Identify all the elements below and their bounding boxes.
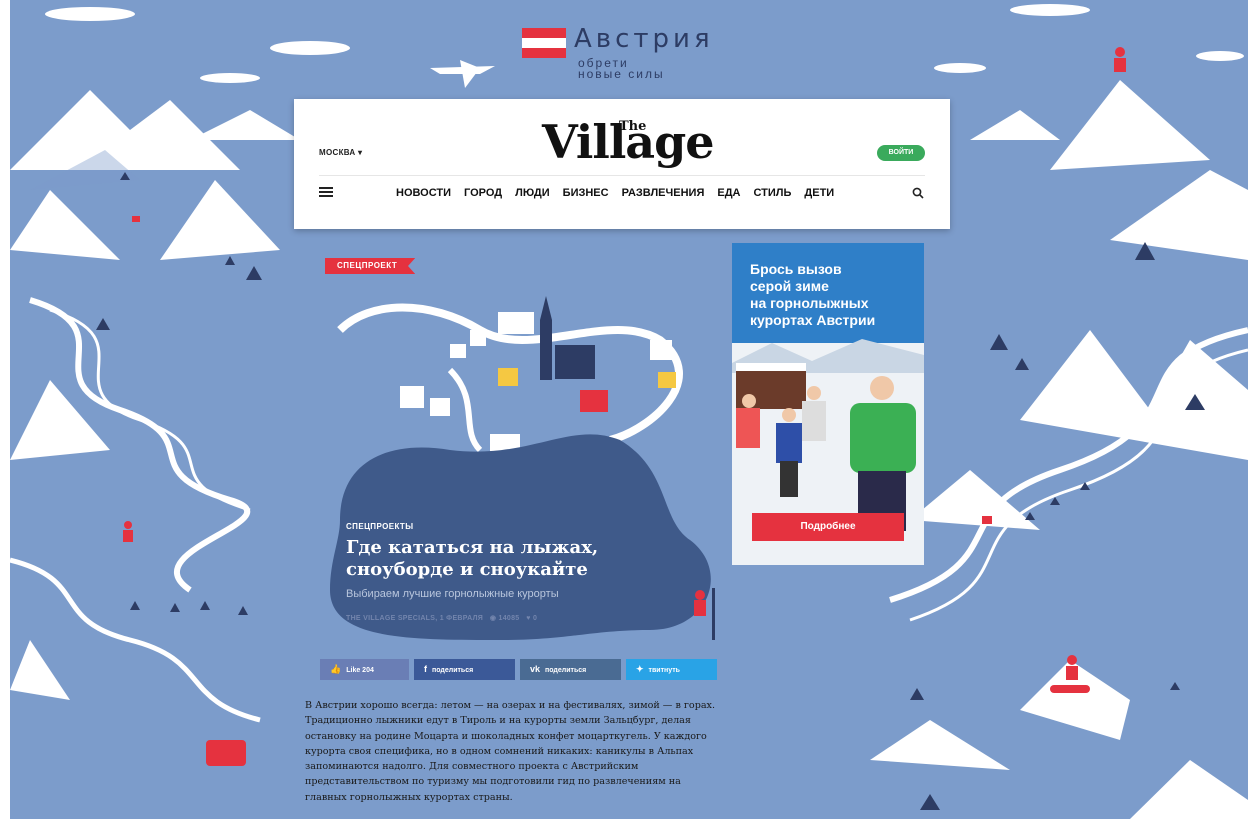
vk-share-button[interactable]: vk поделиться: [520, 659, 621, 680]
vk-share-label: поделиться: [545, 667, 587, 674]
ad-more-button[interactable]: Подробнее: [752, 513, 904, 541]
nav-item-news[interactable]: НОВОСТИ: [396, 187, 451, 199]
hamburger-icon[interactable]: [319, 187, 333, 197]
login-button[interactable]: ВОЙТИ: [877, 145, 925, 161]
comment-icon: ♥: [526, 615, 531, 622]
ad-text-line4: курортах Австрии: [750, 312, 876, 328]
ad-text-line3: на горнолыжных: [750, 295, 869, 311]
nav-item-city[interactable]: ГОРОД: [464, 187, 502, 199]
article-kicker[interactable]: СПЕЦПРОЕКТЫ: [346, 522, 413, 531]
vk-icon: vk: [530, 664, 541, 674]
facebook-share-button[interactable]: f поделиться: [414, 659, 515, 680]
like-label: Like 204: [346, 667, 374, 674]
promo-title: Австрия: [574, 24, 714, 54]
twitter-share-button[interactable]: ✦ твитнуть: [626, 659, 717, 680]
eye-icon: ◉: [489, 615, 497, 622]
special-project-tag[interactable]: СПЕЦПРОЕКТ: [325, 258, 416, 274]
meta-source: THE VILLAGE SPECIALS: [346, 615, 436, 622]
like-button[interactable]: 👍 Like 204: [320, 659, 409, 680]
twitter-share-label: твитнуть: [648, 667, 680, 674]
article-subhead: Выбираем лучшие горнолыжные курорты: [346, 588, 559, 600]
nav-item-business[interactable]: БИЗНЕС: [563, 187, 609, 199]
city-label: МОСКВА: [319, 148, 356, 157]
twitter-icon: ✦: [636, 664, 644, 674]
ad-text-line1: Брось вызов: [750, 261, 842, 277]
nav-item-entertainment[interactable]: РАЗВЛЕЧЕНИЯ: [622, 187, 705, 199]
promo-subtitle-line2: новые силы: [578, 67, 665, 81]
main-nav: НОВОСТИ ГОРОД ЛЮДИ БИЗНЕС РАЗВЛЕЧЕНИЯ ЕД…: [396, 187, 834, 199]
article-meta: THE VILLAGE SPECIALS, 1 ФЕВРАЛЯ ◉ 14085 …: [346, 615, 538, 622]
nav-item-food[interactable]: ЕДА: [717, 187, 740, 199]
ad-text-line2: серой зиме: [750, 278, 829, 294]
thumbs-up-icon: 👍: [330, 664, 342, 674]
article-headline[interactable]: Где кататься на лыжах, сноуборде и сноук…: [346, 537, 686, 581]
article-body: В Австрии хорошо всегда: летом — на озер…: [305, 700, 716, 803]
ad-banner[interactable]: Брось вызов серой зиме на горнолыжных ку…: [732, 243, 924, 565]
meta-views: 14085: [498, 615, 520, 622]
promo-subtitle: обрети новые силы: [578, 57, 665, 81]
nav-item-kids[interactable]: ДЕТИ: [804, 187, 834, 199]
facebook-share-label: поделиться: [432, 667, 474, 674]
meta-date: 1 ФЕВРАЛЯ: [439, 615, 484, 622]
header-divider: [319, 175, 925, 176]
austria-flag-icon: [522, 28, 566, 58]
site-header: МОСКВА ▾ Village The ВОЙТИ НОВОСТИ ГОРОД…: [294, 99, 950, 229]
caret-down-icon: ▾: [358, 148, 363, 157]
ad-text: Брось вызов серой зиме на горнолыжных ку…: [750, 261, 920, 329]
site-logo-the: The: [619, 119, 647, 134]
meta-comments: 0: [532, 615, 538, 622]
austria-promo[interactable]: Австрия обрети новые силы: [522, 24, 722, 84]
city-selector[interactable]: МОСКВА ▾: [319, 148, 362, 157]
facebook-icon: f: [424, 664, 427, 674]
nav-item-people[interactable]: ЛЮДИ: [515, 187, 550, 199]
nav-item-style[interactable]: СТИЛЬ: [753, 187, 791, 199]
search-icon[interactable]: [912, 187, 924, 199]
